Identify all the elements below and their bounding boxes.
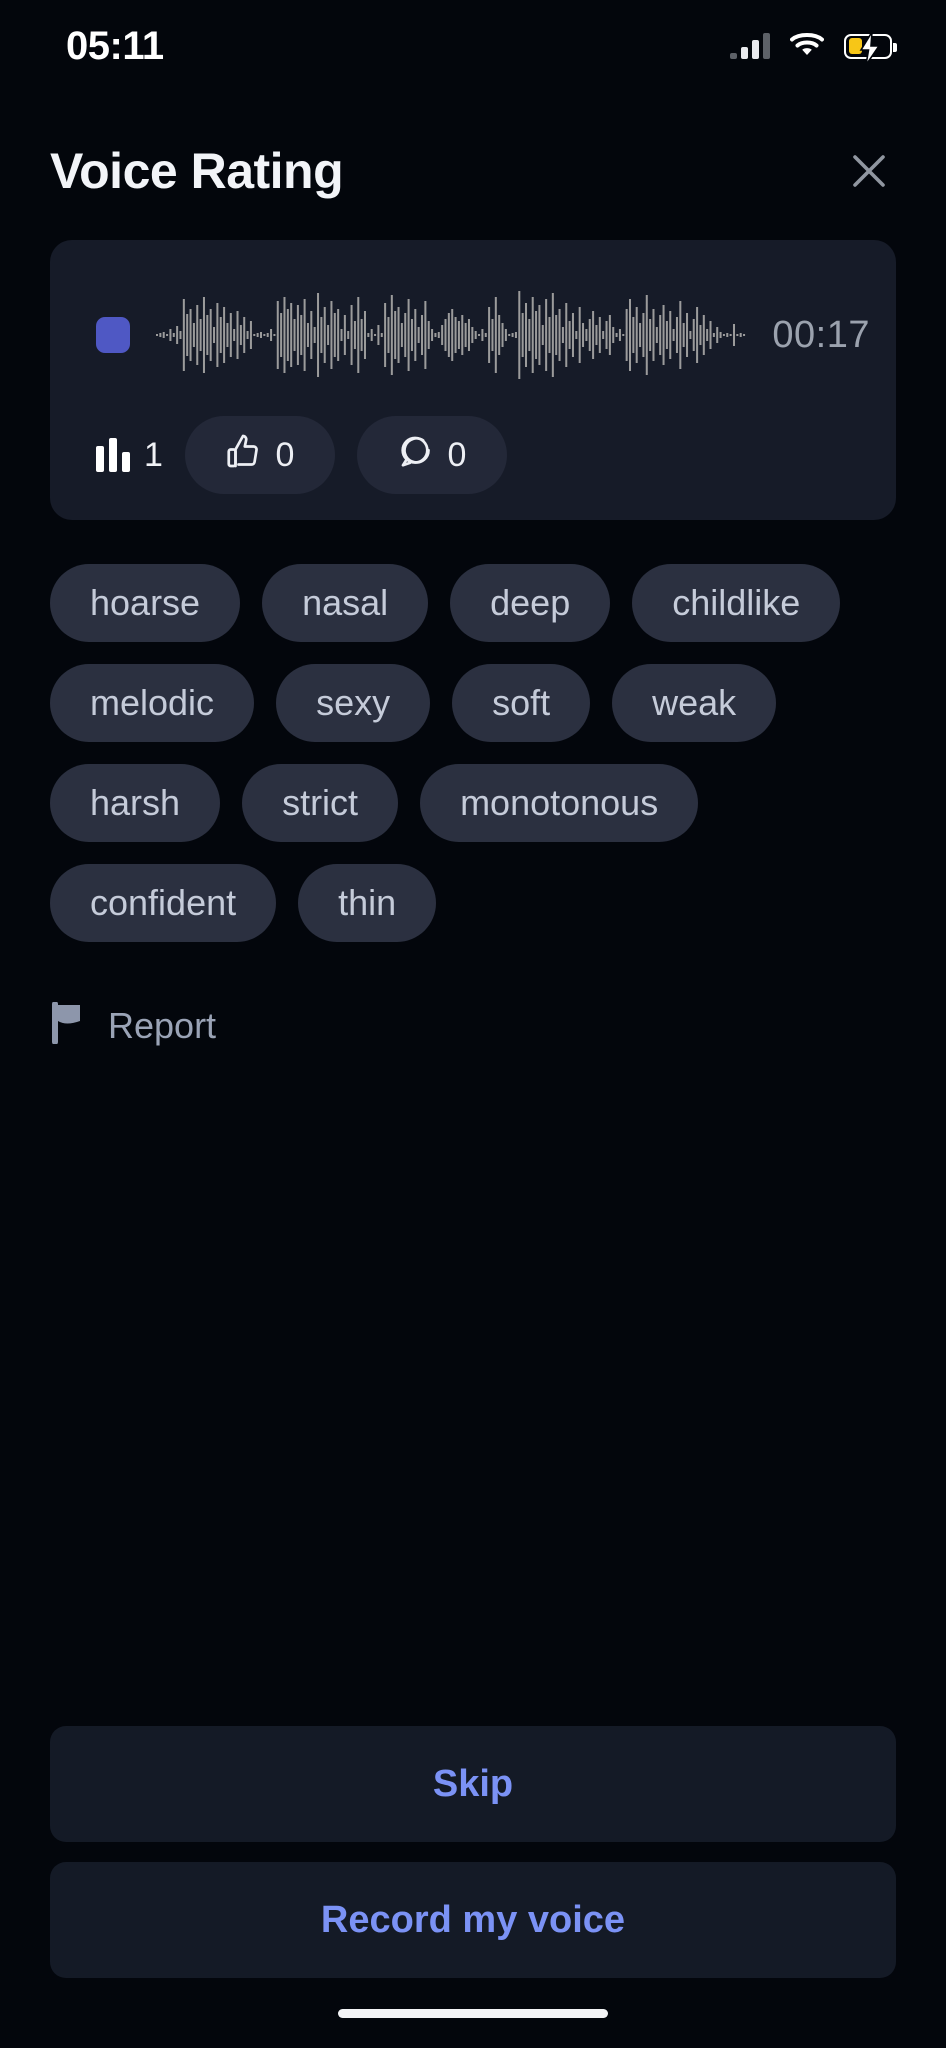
voice-tag-list: hoarse nasal deep childlike melodic sexy… xyxy=(50,564,896,942)
thumbs-up-icon xyxy=(225,433,261,478)
tag-chip-nasal[interactable]: nasal xyxy=(262,564,429,642)
flex-spacer xyxy=(0,1049,946,1726)
skip-button[interactable]: Skip xyxy=(50,1726,896,1842)
report-label: Report xyxy=(108,1004,217,1046)
status-bar-time: 05:11 xyxy=(66,24,164,68)
tag-chip-confident[interactable]: confident xyxy=(50,864,277,942)
tag-chip-melodic[interactable]: melodic xyxy=(50,664,255,742)
home-indicator[interactable] xyxy=(338,2008,608,2018)
stop-button-icon[interactable] xyxy=(96,317,130,353)
close-icon[interactable] xyxy=(842,144,896,198)
tag-chip-soft[interactable]: soft xyxy=(452,664,591,742)
page-title: Voice Rating xyxy=(50,143,344,199)
like-button[interactable]: 0 xyxy=(184,416,335,494)
home-indicator-area xyxy=(0,1978,946,2048)
play-count: 1 xyxy=(96,436,163,475)
cellular-signal-icon xyxy=(730,33,770,59)
tag-chip-deep[interactable]: deep xyxy=(450,564,611,642)
audio-player-card: 00:17 1 0 0 xyxy=(50,240,896,520)
tag-chip-hoarse[interactable]: hoarse xyxy=(50,564,241,642)
tag-chip-childlike[interactable]: childlike xyxy=(632,564,841,642)
battery-charging-icon xyxy=(844,31,897,65)
equalizer-icon xyxy=(96,438,130,472)
audio-waveform[interactable] xyxy=(156,279,746,391)
tag-chip-thin[interactable]: thin xyxy=(298,864,437,942)
audio-duration: 00:17 xyxy=(772,313,870,356)
play-count-value: 1 xyxy=(144,435,163,474)
wifi-icon xyxy=(790,31,824,62)
record-my-voice-button[interactable]: Record my voice xyxy=(50,1862,896,1978)
page-header: Voice Rating xyxy=(0,92,946,198)
app-screen: 05:11 Voice Rating 00:17 1 0 0 hoarse na… xyxy=(0,0,946,2048)
tag-chip-sexy[interactable]: sexy xyxy=(276,664,431,742)
status-bar: 05:11 xyxy=(0,0,946,92)
status-bar-icons xyxy=(730,31,897,65)
comment-button[interactable]: 0 xyxy=(356,416,507,494)
comment-count: 0 xyxy=(447,435,467,474)
report-button[interactable]: Report xyxy=(50,1001,896,1049)
audio-stats-row: 1 0 0 xyxy=(76,416,870,494)
like-count: 0 xyxy=(275,435,295,474)
tag-chip-strict[interactable]: strict xyxy=(242,764,399,842)
tag-chip-monotonous[interactable]: monotonous xyxy=(420,764,699,842)
comment-bubble-icon xyxy=(397,433,433,478)
player-row: 00:17 xyxy=(76,268,870,402)
action-buttons: Skip Record my voice xyxy=(50,1726,896,1978)
tag-chip-harsh[interactable]: harsh xyxy=(50,764,221,842)
flag-icon xyxy=(50,1001,88,1049)
tag-chip-weak[interactable]: weak xyxy=(612,664,777,742)
